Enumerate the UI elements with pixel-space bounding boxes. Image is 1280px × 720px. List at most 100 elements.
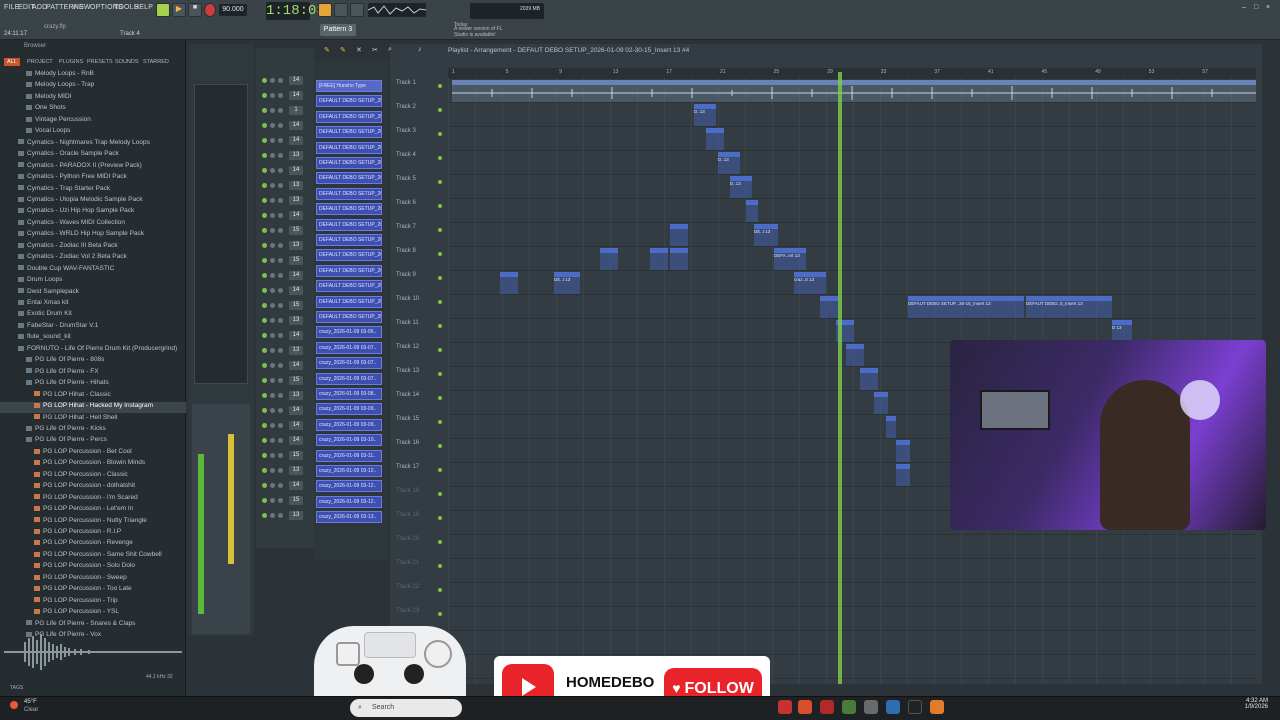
pattern-clip[interactable]	[746, 200, 758, 222]
track-enable-led[interactable]	[438, 372, 442, 376]
pattern-clip[interactable]	[896, 440, 910, 462]
pattern-clip[interactable]	[860, 368, 878, 390]
channel-control-knob[interactable]	[278, 498, 283, 503]
channel-mixer-number[interactable]: 13	[289, 391, 303, 400]
pattern-list-item[interactable]: DEFAULT DEBO SETUP_202..	[316, 218, 382, 231]
browser-tab[interactable]: STARRED	[140, 58, 172, 66]
track-header[interactable]: Track 22	[396, 584, 440, 590]
track-enable-led[interactable]	[438, 444, 442, 448]
pattern-list-item[interactable]: crazy_2026-01-09 03-07..	[316, 341, 382, 354]
maximize-icon[interactable]: □	[1254, 4, 1258, 11]
browser-item[interactable]: Cymatics - Nightmares Trap Melody Loops	[0, 139, 186, 150]
pattern-list-item[interactable]: crazy_2026-01-09 03-11..	[316, 449, 382, 462]
channel-mixer-number[interactable]: 1	[289, 106, 303, 115]
track-enable-led[interactable]	[438, 492, 442, 496]
channel-control-knob[interactable]	[278, 123, 283, 128]
speaker-icon[interactable]: ♪	[418, 46, 422, 53]
pattern-list-item[interactable]: DEFAULT DEBO SETUP_202..	[316, 295, 382, 308]
pattern-clip[interactable]	[820, 296, 838, 318]
channel-control-knob[interactable]	[278, 153, 283, 158]
browser-item[interactable]: PG LOP Percussion - Same Shit Cowbell	[0, 551, 186, 562]
browser-tab[interactable]: PROJECT	[24, 58, 56, 66]
channel-mute-led[interactable]	[262, 333, 267, 338]
track-enable-led[interactable]	[438, 252, 442, 256]
track-header[interactable]: Track 7	[396, 224, 440, 230]
track-enable-led[interactable]	[438, 516, 442, 520]
channel-control-knob[interactable]	[278, 423, 283, 428]
channel-control-knob[interactable]	[278, 318, 283, 323]
browser-item[interactable]: Exotic Drum Kit	[0, 310, 186, 321]
channel-control-knob[interactable]	[270, 453, 275, 458]
browser-item[interactable]: Drum Loops	[0, 276, 186, 287]
channel-control-knob[interactable]	[278, 78, 283, 83]
pattern-clip[interactable]: DEFAUT DEBO SETUP...30-15_Insert 13	[908, 296, 1024, 318]
channel-control-knob[interactable]	[278, 513, 283, 518]
channel-control-knob[interactable]	[270, 438, 275, 443]
channel-mixer-number[interactable]: 15	[289, 496, 303, 505]
track-enable-led[interactable]	[438, 276, 442, 280]
channel-mute-led[interactable]	[262, 198, 267, 203]
channel-mixer-number[interactable]: 14	[289, 136, 303, 145]
browser-item[interactable]: Melody Loops - RnB	[0, 70, 186, 81]
track-enable-led[interactable]	[438, 204, 442, 208]
channel-mute-led[interactable]	[262, 483, 267, 488]
track-header[interactable]: Track 2	[396, 104, 440, 110]
pattern-clip[interactable]: DEFAUT DEBO..5_Insert 13	[1026, 296, 1112, 318]
pattern-clip[interactable]	[670, 224, 688, 246]
channel-control-knob[interactable]	[278, 378, 283, 383]
delete-tool-icon[interactable]: ✕	[356, 46, 362, 54]
channel-control-knob[interactable]	[270, 333, 275, 338]
browser-item[interactable]: PG LOP Percussion - Bet Cool	[0, 448, 186, 459]
browser-item[interactable]: Melody Loops - Trap	[0, 81, 186, 92]
channel-control-knob[interactable]	[278, 408, 283, 413]
channel-control-knob[interactable]	[278, 138, 283, 143]
pattern-list-item[interactable]: DEFAULT DEBO SETUP_202..	[316, 172, 382, 185]
browser-tab[interactable]: ALL	[4, 58, 20, 66]
update-notice[interactable]: Today A newer version of FL Studio is av…	[448, 22, 520, 38]
track-header[interactable]: Track 20	[396, 536, 440, 542]
channel-mixer-number[interactable]: 14	[289, 406, 303, 415]
browser-item[interactable]: Cymatics - Zodiac III Beta Pack	[0, 242, 186, 253]
pattern-selector[interactable]: Pattern 3	[320, 24, 356, 36]
track-enable-led[interactable]	[438, 84, 442, 88]
channel-control-knob[interactable]	[270, 93, 275, 98]
browser-item[interactable]: PG LOP Percussion - R.I.P	[0, 528, 186, 539]
channel-mixer-number[interactable]: 15	[289, 376, 303, 385]
track-header[interactable]: Track 13	[396, 368, 440, 374]
pattern-list-item[interactable]: DEFAULT DEBO SETUP_202..	[316, 203, 382, 216]
channel-control-knob[interactable]	[278, 393, 283, 398]
taskbar-app-icon[interactable]	[886, 700, 900, 714]
pattern-clip[interactable]: D..13	[730, 176, 752, 198]
track-header[interactable]: Track 8	[396, 248, 440, 254]
taskbar-app-icon[interactable]	[864, 700, 878, 714]
taskbar-app-icon[interactable]	[798, 700, 812, 714]
channel-mute-led[interactable]	[262, 108, 267, 113]
channel-mute-led[interactable]	[262, 363, 267, 368]
channel-control-knob[interactable]	[270, 198, 275, 203]
browser-item[interactable]: PG LOP Percussion - Let'em In	[0, 505, 186, 516]
song-time-display[interactable]: 1:18:03	[266, 2, 325, 20]
track-enable-led[interactable]	[438, 132, 442, 136]
browser-item[interactable]: Cymatics - Zodiac Vol 2 Beta Pack	[0, 253, 186, 264]
browser-item[interactable]: PG LOP Percussion - Too Late	[0, 585, 186, 596]
pattern-list-item[interactable]: crazy_2026-01-09 03-12..	[316, 465, 382, 477]
taskbar-search[interactable]: ⌕ Search	[350, 699, 462, 717]
pattern-clip[interactable]	[846, 344, 864, 366]
pattern-list-item[interactable]: crazy_2026-01-09 03-07..	[316, 357, 382, 370]
channel-control-knob[interactable]	[278, 468, 283, 473]
taskbar-app-icon[interactable]	[908, 700, 922, 714]
channel-mute-led[interactable]	[262, 513, 267, 518]
channel-control-knob[interactable]	[278, 213, 283, 218]
channel-mute-led[interactable]	[262, 258, 267, 263]
channel-mixer-number[interactable]: 13	[289, 316, 303, 325]
channel-control-knob[interactable]	[278, 273, 283, 278]
track-header[interactable]: Track 14	[396, 392, 440, 398]
pattern-list-item[interactable]: DEFAULT DEBO SETUP_202..	[316, 311, 382, 323]
channel-control-knob[interactable]	[278, 453, 283, 458]
channel-mute-led[interactable]	[262, 93, 267, 98]
channel-mixer-number[interactable]: 14	[289, 211, 303, 220]
browser-item[interactable]: Double Cup WAV-FANTASTIC	[0, 265, 186, 276]
track-enable-led[interactable]	[438, 396, 442, 400]
browser-item[interactable]: Cymatics - Uzi Hip Hop Sample Pack	[0, 207, 186, 218]
pattern-clip[interactable]: D..13	[694, 104, 716, 126]
